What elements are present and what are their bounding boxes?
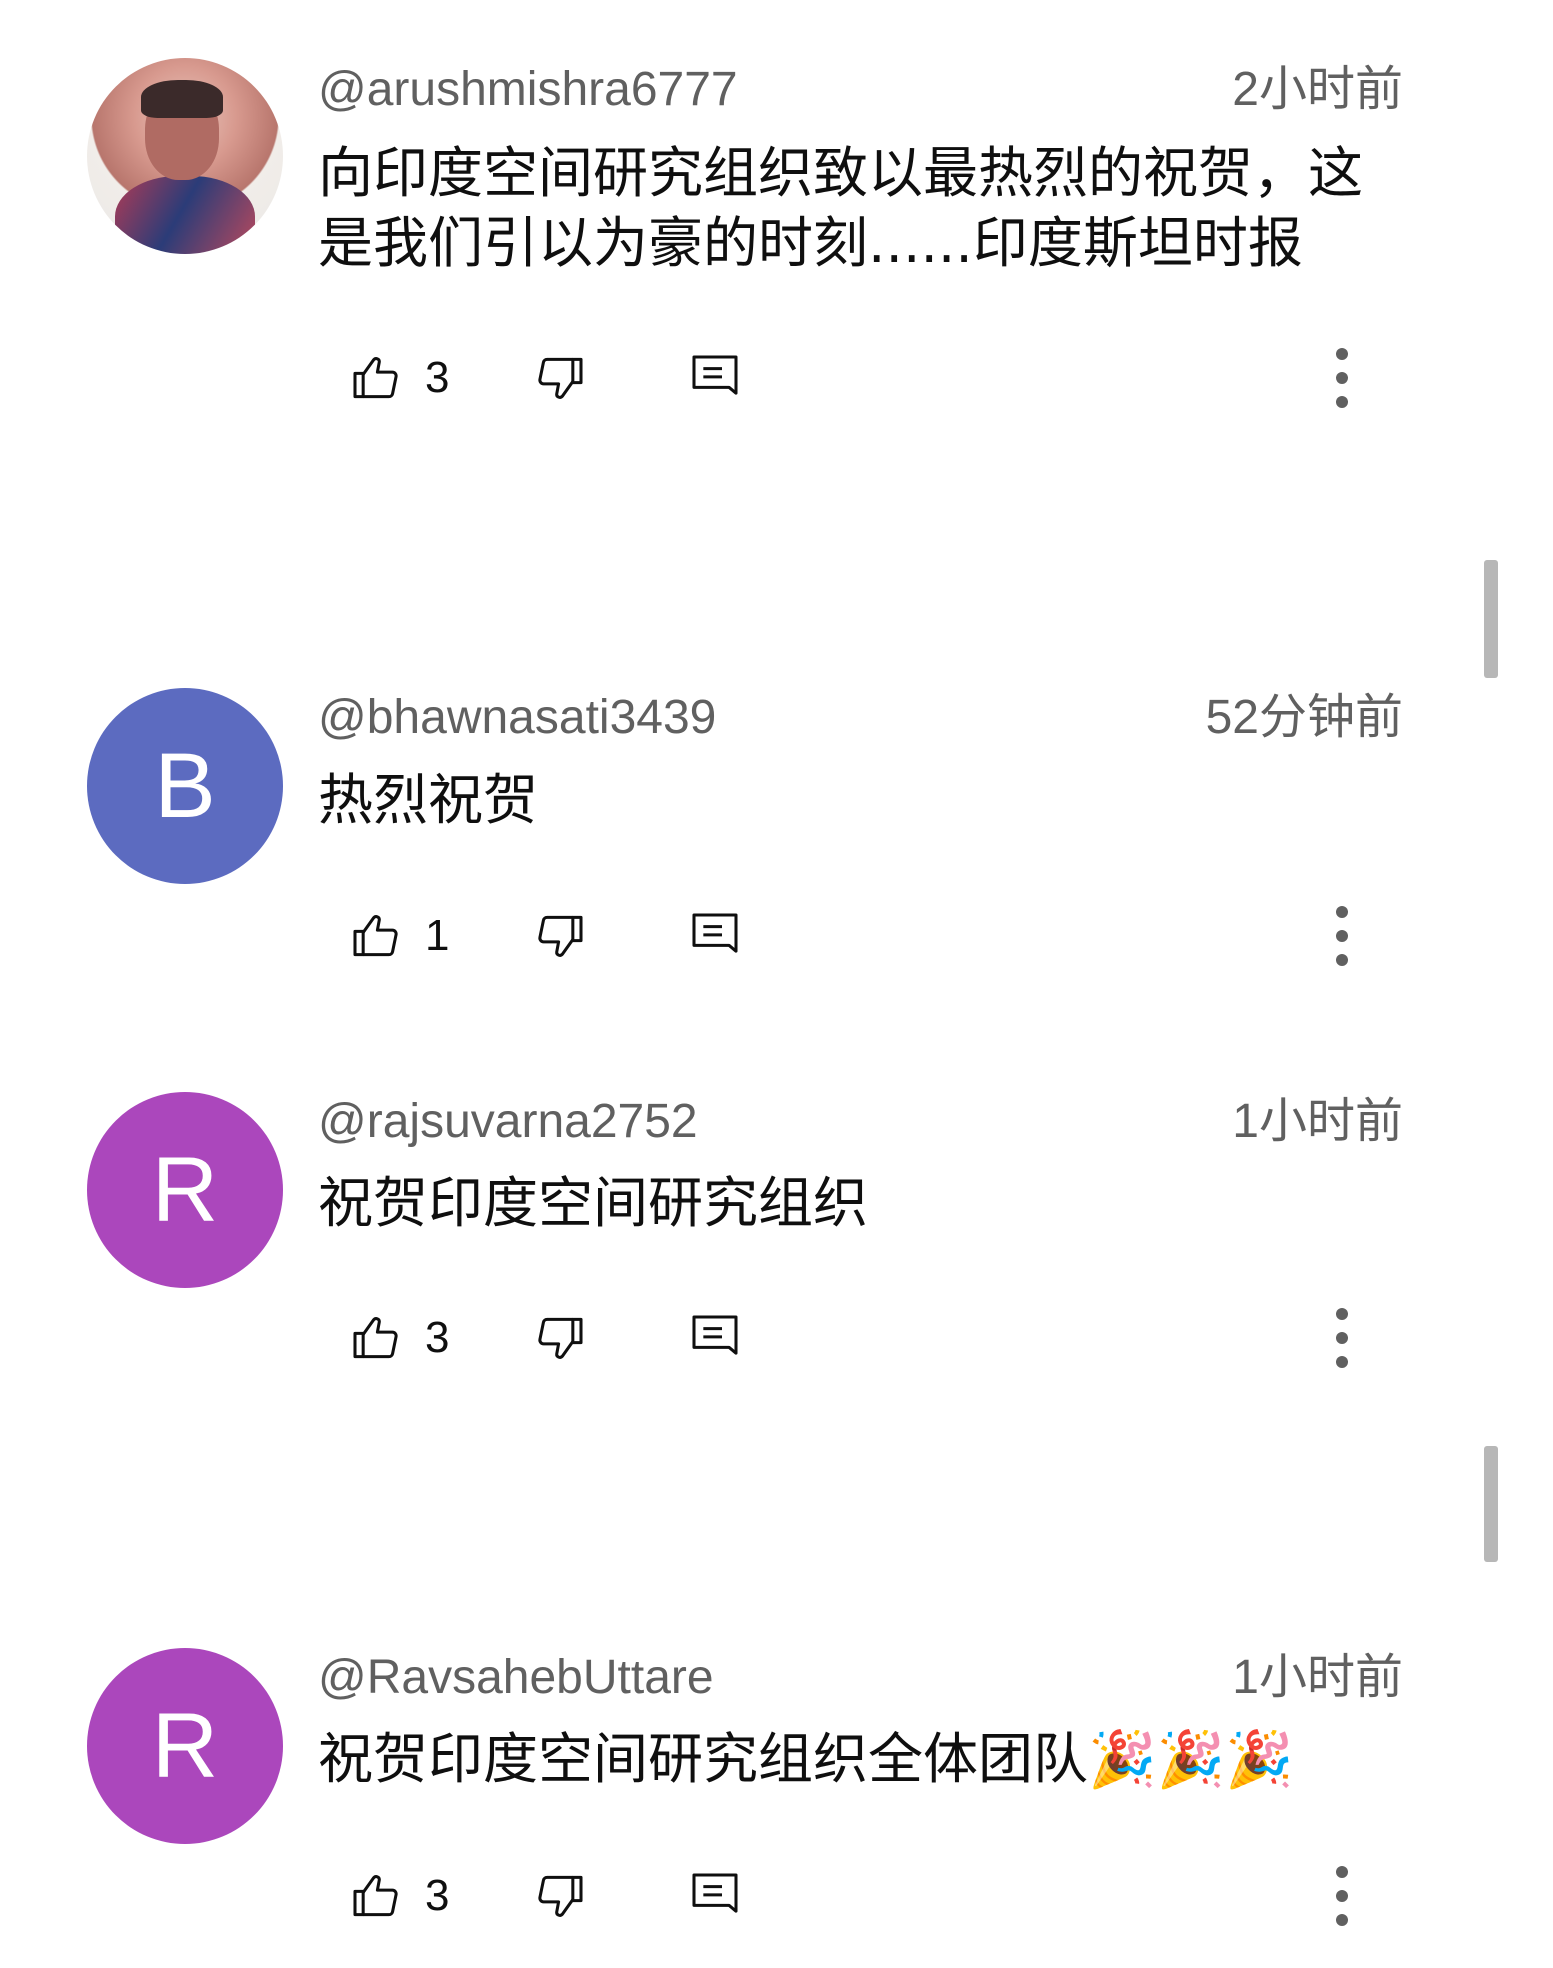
like-button[interactable] xyxy=(348,906,404,966)
like-button[interactable] xyxy=(348,1308,404,1368)
avatar-letter: R xyxy=(151,1139,219,1241)
more-options-button[interactable] xyxy=(1322,348,1362,408)
comment-text: 祝贺印度空间研究组织 xyxy=(318,1171,869,1235)
avatar-photo-shirt xyxy=(115,176,255,254)
thumb-down-icon xyxy=(532,908,588,964)
like-count: 1 xyxy=(425,911,450,960)
like-count: 3 xyxy=(425,1313,450,1362)
thumb-down-icon xyxy=(532,1868,588,1924)
comment-actions: 3 xyxy=(0,1308,1553,1368)
reply-button[interactable] xyxy=(689,1308,741,1368)
thumb-up-icon xyxy=(348,1310,404,1366)
comment-username[interactable]: @rajsuvarna2752 xyxy=(318,1098,698,1146)
dislike-button[interactable] xyxy=(532,1308,588,1368)
scrollbar[interactable] xyxy=(1484,560,1498,678)
reply-icon xyxy=(689,1310,741,1366)
more-vertical-icon xyxy=(1335,346,1349,410)
more-vertical-icon xyxy=(1335,1306,1349,1370)
more-options-button[interactable] xyxy=(1322,1866,1362,1926)
more-vertical-icon xyxy=(1335,904,1349,968)
reply-icon xyxy=(689,350,741,406)
avatar[interactable]: B xyxy=(87,688,283,884)
dislike-button[interactable] xyxy=(532,1866,588,1926)
comment-timestamp: 2小时前 xyxy=(1232,63,1403,116)
like-button[interactable] xyxy=(348,1866,404,1926)
more-vertical-icon xyxy=(1335,1864,1349,1928)
comment-text: 向印度空间研究组织致以最热烈的祝贺，这是我们引以为豪的时刻......印度斯坦时… xyxy=(318,141,1364,275)
more-options-button[interactable] xyxy=(1322,1308,1362,1368)
thumb-up-icon xyxy=(348,350,404,406)
comment-actions: 3 xyxy=(0,1866,1553,1926)
like-count: 3 xyxy=(425,1871,450,1920)
thumb-down-icon xyxy=(532,1310,588,1366)
dislike-button[interactable] xyxy=(532,906,588,966)
comment-timestamp: 1小时前 xyxy=(1232,1095,1403,1148)
comment-text: 祝贺印度空间研究组织全体团队🎉🎉🎉 xyxy=(318,1727,1294,1791)
reply-icon xyxy=(689,908,741,964)
avatar[interactable]: R xyxy=(87,1648,283,1844)
avatar-letter: R xyxy=(151,1695,219,1797)
dislike-button[interactable] xyxy=(532,348,588,408)
comment-username[interactable]: @RavsahebUttare xyxy=(318,1654,714,1702)
thumb-up-icon xyxy=(348,908,404,964)
comment-text: 热烈祝贺 xyxy=(318,768,539,832)
avatar[interactable]: R xyxy=(87,1092,283,1288)
reply-button[interactable] xyxy=(689,348,741,408)
more-options-button[interactable] xyxy=(1322,906,1362,966)
avatar-letter: B xyxy=(154,735,216,837)
avatar-photo-hair xyxy=(141,80,223,118)
comment-timestamp: 52分钟前 xyxy=(1205,691,1403,744)
avatar[interactable] xyxy=(87,58,283,254)
reply-button[interactable] xyxy=(689,1866,741,1926)
comment-actions: 3 xyxy=(0,348,1553,408)
scrollbar[interactable] xyxy=(1484,1446,1498,1562)
like-count: 3 xyxy=(425,353,450,402)
comment-actions: 1 xyxy=(0,906,1553,966)
like-button[interactable] xyxy=(348,348,404,408)
thumb-down-icon xyxy=(532,350,588,406)
reply-button[interactable] xyxy=(689,906,741,966)
thumb-up-icon xyxy=(348,1868,404,1924)
comment-username[interactable]: @arushmishra6777 xyxy=(318,66,738,114)
reply-icon xyxy=(689,1868,741,1924)
comment-username[interactable]: @bhawnasati3439 xyxy=(318,694,716,742)
comment-timestamp: 1小时前 xyxy=(1232,1651,1403,1704)
